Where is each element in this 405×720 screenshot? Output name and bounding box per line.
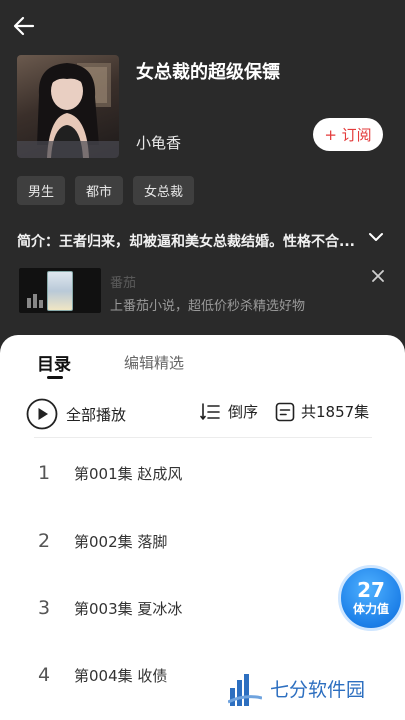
ad-thumbnail bbox=[19, 268, 101, 313]
book-title: 女总裁的超级保镖 bbox=[136, 62, 280, 83]
episode-count: 共1857集 bbox=[275, 401, 369, 422]
watermark-logo-icon bbox=[228, 674, 262, 706]
catalog-panel: 目录 编辑精选 全部播放 倒序 共1857集 1 第001集 赵成风 2 第00… bbox=[0, 335, 405, 720]
ad-description: 上番茄小说，超低价秒杀精选好物 bbox=[110, 299, 306, 314]
episode-title: 第003集 夏冰冰 bbox=[74, 599, 183, 618]
expand-intro-button[interactable] bbox=[367, 228, 385, 246]
episode-item[interactable]: 2 第002集 落脚 bbox=[0, 521, 405, 561]
ad-title: 番茄 bbox=[110, 276, 137, 291]
episode-number: 1 bbox=[38, 462, 51, 484]
tab-catalog[interactable]: 目录 bbox=[37, 350, 71, 375]
divider bbox=[34, 437, 372, 438]
stamina-value: 27 bbox=[357, 578, 385, 602]
ad-close-button[interactable] bbox=[370, 268, 386, 284]
sort-order-label: 倒序 bbox=[228, 403, 259, 421]
stamina-label: 体力值 bbox=[352, 602, 389, 616]
episode-number: 3 bbox=[38, 597, 51, 619]
close-icon bbox=[372, 270, 384, 282]
episode-title: 第001集 赵成风 bbox=[74, 464, 183, 483]
ad-banner[interactable]: 番茄 上番茄小说，超低价秒杀精选好物 bbox=[19, 266, 389, 316]
watermark-text: 七分软件园 bbox=[270, 678, 366, 701]
tag-list: 男生 都市 女总裁 bbox=[17, 176, 195, 205]
play-all-button[interactable]: 全部播放 bbox=[26, 398, 126, 430]
watermark: 七分软件园 bbox=[228, 668, 365, 708]
tag-item[interactable]: 男生 bbox=[17, 176, 66, 205]
list-icon bbox=[275, 402, 295, 421]
sort-order-button[interactable]: 倒序 bbox=[200, 401, 258, 422]
tab-indicator bbox=[47, 376, 63, 379]
tab-editor-picks[interactable]: 编辑精选 bbox=[124, 352, 184, 373]
tag-item[interactable]: 都市 bbox=[75, 176, 124, 205]
subscribe-button[interactable]: + 订阅 bbox=[313, 118, 383, 151]
book-cover bbox=[17, 55, 119, 158]
episode-item[interactable]: 1 第001集 赵成风 bbox=[0, 453, 405, 493]
back-button[interactable] bbox=[10, 12, 38, 40]
stamina-badge[interactable]: 27 体力值 bbox=[338, 565, 404, 631]
arrow-left-icon bbox=[13, 16, 35, 36]
tag-item[interactable]: 女总裁 bbox=[133, 176, 195, 205]
sort-icon bbox=[200, 402, 220, 420]
author-name[interactable]: 小龟香 bbox=[136, 132, 181, 153]
episode-title: 第004集 收债 bbox=[74, 666, 168, 685]
chevron-down-icon bbox=[369, 233, 383, 241]
episode-count-label: 共1857集 bbox=[301, 403, 370, 421]
play-all-label: 全部播放 bbox=[66, 405, 127, 424]
episode-title: 第002集 落脚 bbox=[74, 532, 168, 551]
episode-number: 4 bbox=[38, 664, 51, 686]
book-intro[interactable]: 简介：王者归来，却被逼和美女总裁结婚。性格不合... bbox=[17, 231, 372, 251]
episode-number: 2 bbox=[38, 530, 51, 552]
play-circle-icon bbox=[26, 398, 58, 430]
